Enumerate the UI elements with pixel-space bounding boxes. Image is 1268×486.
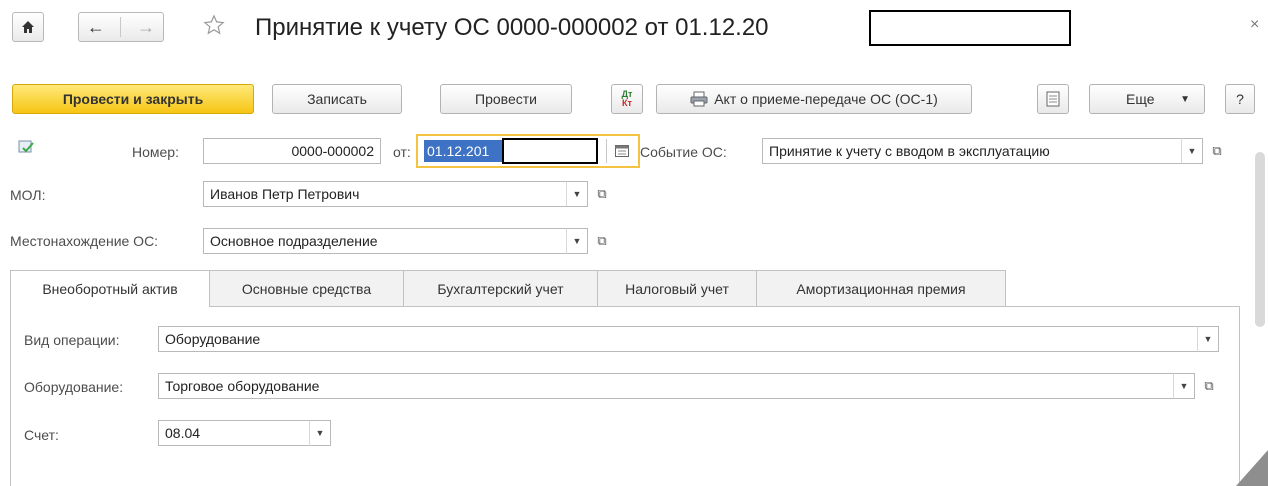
- star-outline-icon[interactable]: [203, 14, 225, 39]
- document-icon: [1046, 91, 1060, 107]
- calendar-icon[interactable]: [615, 145, 629, 157]
- chevron-down-icon: ▼: [1180, 93, 1190, 105]
- account-label: Счет:: [24, 427, 59, 443]
- tab-accounting[interactable]: Бухгалтерский учет: [403, 270, 598, 306]
- post-and-close-button[interactable]: Провести и закрыть: [12, 84, 254, 114]
- close-icon[interactable]: ×: [1250, 16, 1259, 34]
- number-field[interactable]: 0000-000002: [203, 138, 381, 164]
- history-nav: ← →: [78, 12, 164, 42]
- help-button[interactable]: ?: [1225, 84, 1255, 114]
- account-dropdown-chevron-icon[interactable]: ▼: [309, 420, 331, 446]
- posted-document-icon: [18, 140, 34, 157]
- date-field-wrapper[interactable]: 01.12.201: [416, 134, 640, 168]
- report-button[interactable]: [1037, 84, 1069, 114]
- operation-field[interactable]: Оборудование: [158, 326, 1198, 352]
- arrow-right-icon[interactable]: →: [137, 17, 155, 38]
- operation-label: Вид операции:: [24, 332, 120, 348]
- account-field[interactable]: 08.04: [158, 420, 310, 446]
- more-label: Еще: [1126, 91, 1155, 107]
- tab-fixed-asset[interactable]: Внеоборотный актив: [10, 270, 210, 307]
- equipment-field[interactable]: Торговое оборудование: [158, 373, 1174, 399]
- location-dropdown-chevron-icon[interactable]: ▼: [566, 228, 588, 254]
- equipment-open-icon[interactable]: ⧉: [1197, 373, 1221, 399]
- home-button[interactable]: [12, 12, 44, 42]
- vertical-scrollbar[interactable]: [1255, 152, 1265, 327]
- location-label: Местонахождение ОС:: [10, 233, 159, 249]
- location-open-icon[interactable]: ⧉: [590, 228, 614, 254]
- tab-fixed-assets-list[interactable]: Основные средства: [209, 270, 404, 306]
- event-open-icon[interactable]: ⧉: [1205, 138, 1229, 164]
- tab-tax-accounting[interactable]: Налоговый учет: [597, 270, 757, 306]
- redacted-date: [502, 138, 598, 164]
- event-field[interactable]: Принятие к учету с вводом в эксплуатацию: [762, 138, 1182, 164]
- page-corner-fold: [1236, 450, 1268, 486]
- more-button[interactable]: Еще ▼: [1089, 84, 1205, 114]
- number-label: Номер:: [132, 144, 179, 160]
- act-os1-button[interactable]: Акт о приеме-передаче ОС (ОС-1): [656, 84, 972, 114]
- save-button[interactable]: Записать: [272, 84, 402, 114]
- printer-icon: [690, 91, 708, 107]
- date-field-selected[interactable]: 01.12.201: [424, 140, 510, 162]
- mol-open-icon[interactable]: ⧉: [590, 181, 614, 207]
- mol-dropdown-chevron-icon[interactable]: ▼: [566, 181, 588, 207]
- event-dropdown-chevron-icon[interactable]: ▼: [1181, 138, 1203, 164]
- mol-label: МОЛ:: [10, 187, 46, 203]
- mol-field[interactable]: Иванов Петр Петрович: [203, 181, 567, 207]
- location-field[interactable]: Основное подразделение: [203, 228, 567, 254]
- operation-dropdown-chevron-icon[interactable]: ▼: [1197, 326, 1219, 352]
- dt-kt-icon: Дт Кт: [621, 89, 633, 108]
- act-os1-label: Акт о приеме-передаче ОС (ОС-1): [714, 91, 938, 107]
- equipment-dropdown-chevron-icon[interactable]: ▼: [1173, 373, 1195, 399]
- event-label: Событие ОС:: [640, 144, 727, 160]
- date-label: от:: [393, 144, 411, 160]
- home-icon: [22, 21, 34, 33]
- post-button[interactable]: Провести: [440, 84, 572, 114]
- equipment-label: Оборудование:: [24, 379, 124, 395]
- page-title: Принятие к учету ОС 0000-000002 от 01.12…: [255, 14, 769, 41]
- arrow-left-icon[interactable]: ←: [87, 17, 105, 38]
- tab-depreciation-bonus[interactable]: Амортизационная премия: [756, 270, 1006, 306]
- redacted-area: [869, 10, 1071, 46]
- dt-kt-button[interactable]: Дт Кт: [611, 84, 643, 114]
